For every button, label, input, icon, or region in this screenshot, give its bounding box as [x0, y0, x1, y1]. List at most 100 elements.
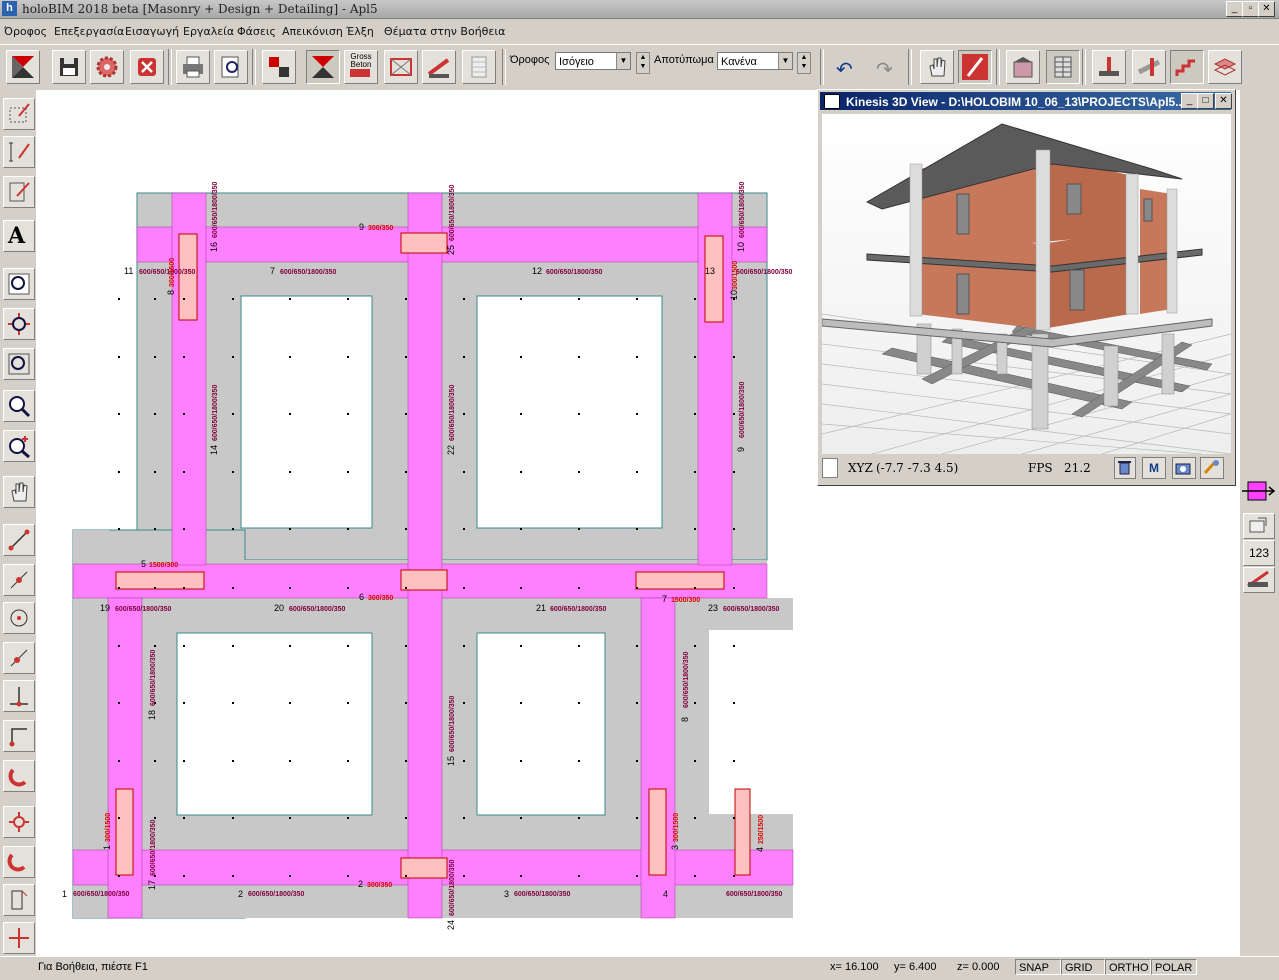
trash-button[interactable]: [1114, 457, 1136, 479]
grid-dot: [694, 413, 696, 415]
snap-perpendicular-button[interactable]: [3, 680, 35, 712]
zoom-all-button[interactable]: [3, 348, 35, 380]
edit-element-button[interactable]: [3, 176, 35, 208]
snap-nearest-button[interactable]: [3, 642, 35, 674]
scroll-handle[interactable]: [822, 458, 838, 478]
menu-help-topics[interactable]: Θέματα στην Βοήθεια: [384, 25, 505, 38]
dimension-button[interactable]: [3, 136, 35, 168]
grid-dot: [463, 645, 465, 647]
dwg-door-button[interactable]: [3, 884, 35, 916]
foundation-button[interactable]: [1092, 50, 1126, 84]
grid-dot: [347, 875, 349, 877]
dwg-light-button[interactable]: [3, 806, 35, 838]
close-project-button[interactable]: [130, 50, 164, 84]
print-preview-button[interactable]: [214, 50, 248, 84]
stair-icon: [1175, 59, 1195, 76]
menu-insert[interactable]: Εισαγωγή: [125, 25, 179, 38]
ortho-toggle[interactable]: ORTHO: [1105, 959, 1151, 975]
gross-beton-button[interactable]: Gross Beton: [344, 50, 378, 84]
multi-storey-button[interactable]: [1046, 50, 1080, 84]
dwg-move-button[interactable]: [3, 922, 35, 954]
print-button[interactable]: [176, 50, 210, 84]
stair-button[interactable]: [1170, 50, 1204, 84]
snap-endpoint-button[interactable]: [3, 720, 35, 752]
pan-hand-button[interactable]: [920, 50, 954, 84]
floor-spinner[interactable]: ▲ ▼: [636, 52, 650, 74]
select-window-button[interactable]: [3, 98, 35, 130]
layer-color-button[interactable]: [1242, 478, 1276, 504]
footprint-spinner[interactable]: ▲ ▼: [797, 52, 811, 74]
material-button[interactable]: M: [1142, 457, 1166, 479]
draw-pen-button[interactable]: [958, 50, 992, 84]
beam-tool-button[interactable]: [422, 50, 456, 84]
column-label: 300/1500: [732, 261, 739, 290]
footprint-label: Αποτύπωμα: [654, 54, 714, 66]
menu-floor[interactable]: Όροφος: [4, 25, 47, 38]
layers-button[interactable]: [1208, 50, 1242, 84]
zoom-previous-button[interactable]: [3, 390, 35, 422]
magnet-snap-button[interactable]: [3, 760, 35, 792]
text-button[interactable]: A: [3, 220, 35, 252]
3d-view-title-bar[interactable]: Kinesis 3D View - D:\HOLOBIM 10_06_13\PR…: [820, 92, 1232, 110]
beam-label-number: 3: [504, 889, 509, 899]
numbering-button[interactable]: 123: [1243, 540, 1275, 566]
design-mode-button[interactable]: [306, 50, 340, 84]
grid-dot: [154, 760, 156, 762]
render-settings-button[interactable]: [1200, 457, 1224, 479]
holobim-logo-button[interactable]: [6, 50, 40, 84]
3d-minimize-button[interactable]: _: [1181, 93, 1198, 109]
grid-dot: [636, 817, 638, 819]
zoom-in-out-button[interactable]: [3, 430, 35, 462]
dwg-magnet-button[interactable]: [3, 846, 35, 878]
restore-button[interactable]: ▫: [1242, 1, 1259, 17]
snap-toggle[interactable]: SNAP: [1015, 959, 1061, 975]
close-button[interactable]: ✕: [1258, 1, 1275, 17]
grid-dot: [694, 356, 696, 358]
grid-dot: [347, 413, 349, 415]
snap-center-button[interactable]: [3, 602, 35, 634]
plan-mode-button[interactable]: [262, 50, 296, 84]
beam-label-number: 7: [270, 266, 275, 276]
pan-button[interactable]: [3, 476, 35, 508]
camera-button[interactable]: [1172, 457, 1196, 479]
save-button[interactable]: [52, 50, 86, 84]
polar-toggle[interactable]: POLAR: [1151, 959, 1197, 975]
footprint-select[interactable]: Κανένα ▼: [717, 52, 793, 70]
grid-dot: [578, 817, 580, 819]
3d-viewport[interactable]: [821, 114, 1232, 455]
zoom-window-button[interactable]: [3, 268, 35, 300]
grid-dot: [636, 471, 638, 473]
undo-icon[interactable]: ↶: [836, 57, 853, 82]
menu-view[interactable]: Απεικόνιση: [282, 25, 343, 38]
redo-icon[interactable]: ↷: [876, 57, 893, 82]
building-view-button[interactable]: [462, 50, 496, 84]
grid-dot: [183, 587, 185, 589]
3d-maximize-button[interactable]: □: [1197, 93, 1214, 109]
minimize-button[interactable]: _: [1226, 1, 1243, 17]
menu-edit[interactable]: Επεξεργασία: [54, 25, 124, 38]
snap-midpoint-button[interactable]: [3, 564, 35, 596]
column-label: 1500/300: [671, 597, 700, 604]
building-3d-button[interactable]: [1006, 50, 1040, 84]
grid-dot: [118, 760, 120, 762]
beam-label: 600/650/1800/350: [449, 859, 456, 916]
grid-toggle[interactable]: GRID: [1061, 959, 1105, 975]
menu-phases[interactable]: Φάσεις: [237, 25, 276, 38]
beam-3d-button[interactable]: [1132, 50, 1166, 84]
zoom-extents-button[interactable]: [3, 308, 35, 340]
floor-select[interactable]: Ισόγειο ▼: [555, 52, 631, 70]
grid-dot: [232, 587, 234, 589]
plan-mode-icon: [269, 57, 289, 77]
slab-button[interactable]: [384, 50, 418, 84]
copy-properties-button[interactable]: [1243, 513, 1275, 539]
3d-close-button[interactable]: ✕: [1215, 93, 1232, 109]
menu-tools[interactable]: Εργαλεία: [183, 25, 234, 38]
measure-button[interactable]: [1243, 567, 1275, 593]
menu-drag[interactable]: Έλξη: [346, 25, 374, 38]
grid-dot: [183, 471, 185, 473]
xyz-label: XYZ: [848, 461, 873, 475]
kinesis-3d-view-window[interactable]: Kinesis 3D View - D:\HOLOBIM 10_06_13\PR…: [817, 89, 1236, 486]
settings-button[interactable]: [90, 50, 124, 84]
draw-line-button[interactable]: [3, 524, 35, 556]
grid-dot: [463, 587, 465, 589]
